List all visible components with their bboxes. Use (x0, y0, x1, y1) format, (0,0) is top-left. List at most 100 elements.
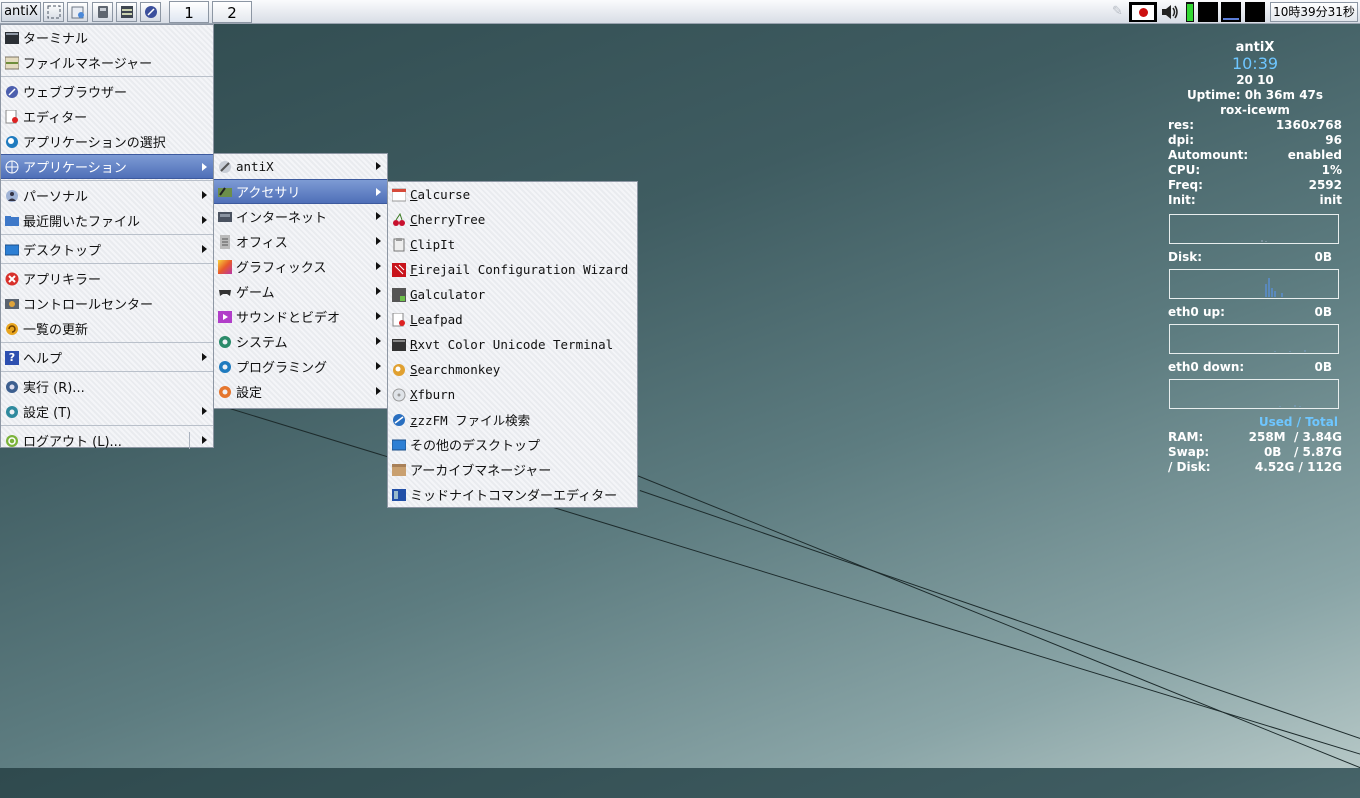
submenu-arrow-icon (202, 163, 207, 171)
menu-item-antix[interactable]: antiX (214, 154, 387, 179)
cherrytree-icon (392, 212, 406, 227)
antix-icon (218, 160, 232, 174)
submenu-arrow-icon (376, 387, 381, 395)
workspace-1-button[interactable]: 1 (169, 1, 209, 23)
menu-item-office[interactable]: オフィス (214, 229, 387, 254)
net-up-graph (1169, 324, 1339, 354)
stat-row: dpi: 96 (1168, 133, 1342, 147)
applications-submenu: antiX アクセサリ インターネット オフィス グラフィックス ゲーム サウン… (213, 153, 388, 409)
xfburn-icon (392, 388, 406, 402)
menu-item-leafpad[interactable]: Leafpad (388, 307, 637, 332)
menu-item-internet[interactable]: インターネット (214, 204, 387, 229)
menu-item-graphics[interactable]: グラフィックス (214, 254, 387, 279)
applications-icon (5, 160, 19, 174)
menu-item-logout[interactable]: ログアウト (L)... (1, 428, 213, 453)
menu-item-label: アプリケーション (23, 161, 127, 176)
personal-icon (5, 189, 19, 203)
terminal-icon[interactable] (92, 2, 113, 22)
menu-item-firejail[interactable]: Firejail Configuration Wizard (388, 257, 637, 282)
submenu-arrow-icon (376, 188, 381, 196)
editor-icon[interactable] (116, 2, 137, 22)
fullscreen-icon[interactable] (43, 2, 64, 22)
menu-item-desktop[interactable]: デスクトップ (1, 237, 213, 262)
menu-item-terminal[interactable]: ターミナル (1, 25, 213, 50)
menu-item-editor[interactable]: エディター (1, 104, 213, 129)
menu-item-calcurse[interactable]: Calcurse (388, 182, 637, 207)
editor-icon (5, 109, 19, 124)
rxvt-icon (392, 338, 406, 352)
menu-item-label: Rxvt Color Unicode Terminal (410, 337, 614, 352)
menu-item-label: エディター (23, 111, 88, 126)
browser-icon (5, 85, 19, 99)
browser-icon[interactable] (140, 2, 161, 22)
menu-item-label: 一覧の更新 (23, 323, 89, 338)
menu-item-label: 設定 (236, 386, 263, 401)
menu-item-rxvt[interactable]: Rxvt Color Unicode Terminal (388, 332, 637, 357)
menu-item-settings[interactable]: 設定 (T) (1, 399, 213, 424)
mem-row: / Disk: 4.52G / 112G (1168, 460, 1342, 474)
menu-item-label: ClipIt (410, 237, 456, 252)
menu-item-help[interactable]: ? ヘルプ (1, 345, 213, 370)
start-menu-button[interactable]: antiX (1, 2, 41, 22)
menu-item-refresh[interactable]: 一覧の更新 (1, 316, 213, 341)
menu-item-zzzfm-search[interactable]: zzzFM ファイル検索 (388, 407, 637, 432)
searchmonkey-icon (392, 363, 406, 377)
cpu-graph (1169, 214, 1339, 244)
system-monitor: antiX 10:39 20 10 Uptime: 0h 36m 47s rox… (1168, 40, 1342, 475)
menu-item-accessories[interactable]: アクセサリ (214, 179, 387, 204)
menu-item-label: アクセサリ (236, 186, 301, 201)
menu-item-games[interactable]: ゲーム (214, 279, 387, 304)
menu-item-galculator[interactable]: Galculator (388, 282, 637, 307)
desktop-icon (5, 243, 19, 257)
menu-item-clipit[interactable]: ClipIt (388, 232, 637, 257)
menu-item-browser[interactable]: ウェブブラウザー (1, 79, 213, 104)
menu-item-file-manager[interactable]: ファイルマネージャー (1, 50, 213, 75)
menu-item-archive-manager[interactable]: アーカイブマネージャー (388, 457, 637, 482)
net-down-row: eth0 down: 0B (1168, 360, 1332, 374)
menu-item-other-desktop[interactable]: その他のデスクトップ (388, 432, 637, 457)
accessories-icon (218, 185, 232, 199)
sound-video-icon (218, 310, 232, 324)
menu-item-app-select[interactable]: アプリケーションの選択 (1, 129, 213, 154)
recent-files-icon (5, 214, 19, 228)
menu-item-label: ファイルマネージャー (23, 57, 153, 72)
menu-item-control-center[interactable]: コントロールセンター (1, 291, 213, 316)
menu-item-settings[interactable]: 設定 (214, 379, 387, 404)
menu-item-app-killer[interactable]: アプリキラー (1, 266, 213, 291)
file-manager-icon[interactable] (67, 2, 88, 22)
office-icon (218, 234, 232, 249)
menu-item-label: Galculator (410, 287, 486, 302)
menu-item-label: コントロールセンター (23, 298, 154, 313)
workspace-2-button[interactable]: 2 (212, 1, 252, 23)
volume-icon[interactable] (1160, 3, 1180, 21)
menu-item-sound-video[interactable]: サウンドとビデオ (214, 304, 387, 329)
menu-item-xfburn[interactable]: Xfburn (388, 382, 637, 407)
mc-editor-icon (392, 488, 406, 502)
clock[interactable]: 10時39分31秒 (1270, 2, 1358, 22)
menu-item-cherrytree[interactable]: CherryTree (388, 207, 637, 232)
battery-icon (1186, 2, 1194, 22)
internet-icon (218, 210, 232, 224)
control-center-icon (5, 297, 19, 311)
conky-uptime: Uptime: 0h 36m 47s (1186, 88, 1324, 102)
memory-monitor-icon (1221, 2, 1241, 22)
network-icon[interactable]: ✎ (1112, 4, 1126, 20)
menu-item-programming[interactable]: プログラミング (214, 354, 387, 379)
menu-item-recent-files[interactable]: 最近開いたファイル (1, 208, 213, 233)
menu-item-searchmonkey[interactable]: Searchmonkey (388, 357, 637, 382)
menu-item-label: 実行 (R)... (23, 381, 85, 396)
menu-item-run[interactable]: 実行 (R)... (1, 374, 213, 399)
menu-item-label: ウェブブラウザー (23, 86, 128, 101)
jp-flag-icon[interactable] (1129, 2, 1157, 22)
settings-icon (218, 385, 232, 399)
conky-date: 20 10 (1236, 73, 1274, 87)
menu-item-mc-editor[interactable]: ミッドナイトコマンダーエディター (388, 482, 637, 507)
menu-item-system[interactable]: システム (214, 329, 387, 354)
net-up-row: eth0 up: 0B (1168, 305, 1332, 319)
help-icon: ? (5, 350, 19, 365)
menu-item-personal[interactable]: パーソナル (1, 183, 213, 208)
galculator-icon (392, 287, 406, 302)
menu-item-label: zzzFM ファイル検索 (410, 413, 531, 428)
cpu-monitor-icon (1198, 2, 1218, 22)
menu-item-applications[interactable]: アプリケーション (1, 154, 213, 179)
